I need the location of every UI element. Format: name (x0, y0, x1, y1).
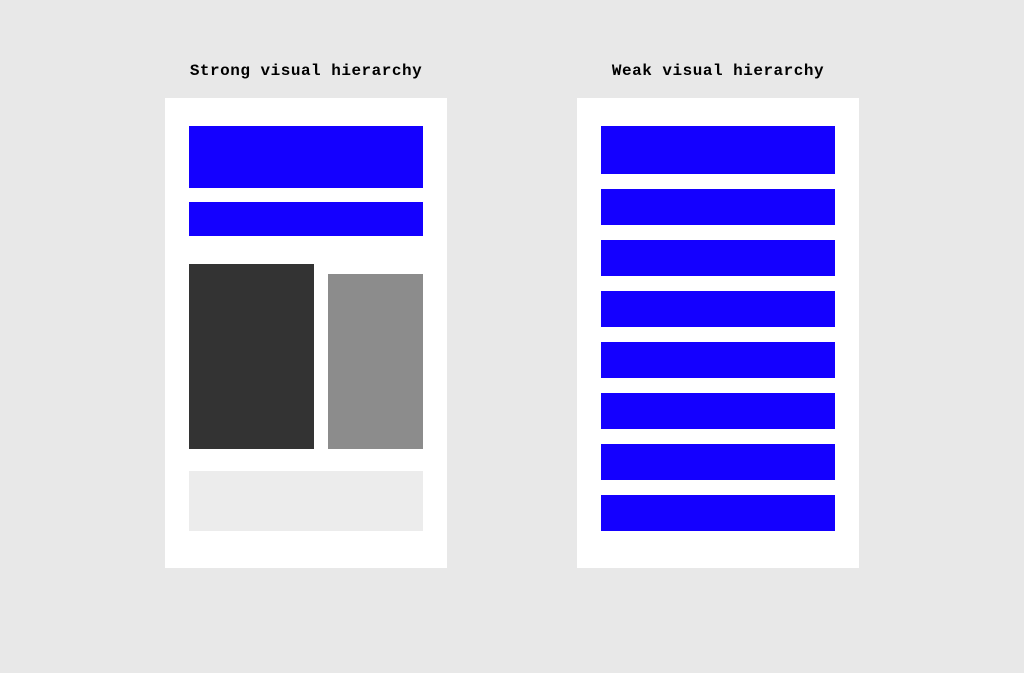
strong-hierarchy-section: Strong visual hierarchy (165, 62, 447, 568)
weak-row-5 (601, 342, 835, 378)
content-primary-block (189, 264, 314, 449)
content-secondary-block (328, 274, 423, 449)
weak-row-6 (601, 393, 835, 429)
weak-row-8 (601, 495, 835, 531)
weak-hierarchy-section: Weak visual hierarchy (577, 62, 859, 568)
strong-hierarchy-panel (165, 98, 447, 568)
weak-row-7 (601, 444, 835, 480)
weak-row-2 (601, 189, 835, 225)
weak-row-1 (601, 126, 835, 174)
weak-hierarchy-panel (577, 98, 859, 568)
content-tertiary-block (189, 471, 423, 531)
content-row (189, 264, 423, 449)
subheader-block (189, 202, 423, 236)
diagram-container: Strong visual hierarchy Weak visual hier… (165, 62, 859, 568)
header-large-block (189, 126, 423, 188)
weak-row-3 (601, 240, 835, 276)
strong-hierarchy-title: Strong visual hierarchy (190, 62, 422, 80)
weak-hierarchy-title: Weak visual hierarchy (612, 62, 824, 80)
weak-row-4 (601, 291, 835, 327)
